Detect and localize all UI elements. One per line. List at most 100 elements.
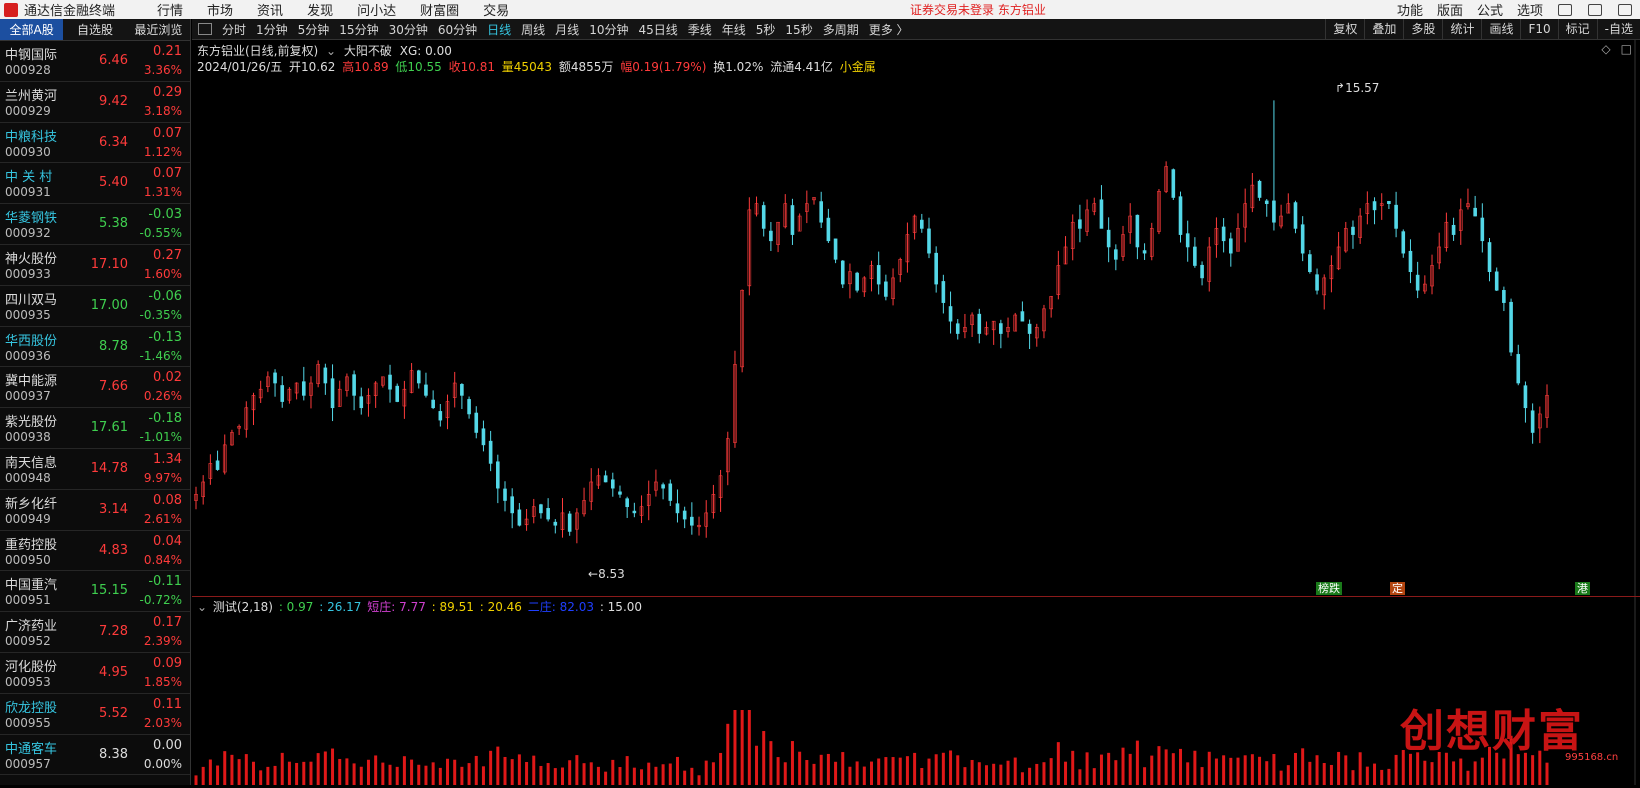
stock-row[interactable]: 中钢国际 000928 6.46 0.21 3.36%: [0, 41, 190, 82]
chart-tool-button[interactable]: 叠加: [1364, 19, 1403, 40]
stock-row[interactable]: 华菱钢铁 000932 5.38 -0.03 -0.55%: [0, 204, 190, 245]
indicator-bar: [1423, 760, 1427, 785]
candle-body: [301, 381, 306, 396]
stock-row[interactable]: 河化股份 000953 4.95 0.09 1.85%: [0, 653, 190, 694]
menu-item-gongshi[interactable]: 公式: [1477, 0, 1503, 19]
indicator-bar: [546, 763, 550, 785]
stock-row[interactable]: 四川双马 000935 17.00 -0.06 -0.35%: [0, 286, 190, 327]
period-tab[interactable]: 5秒: [754, 21, 778, 38]
tab-watchlist[interactable]: 自选股: [63, 19, 126, 40]
indicator-bar: [776, 757, 780, 785]
indicator-bar: [575, 755, 579, 785]
phone-icon[interactable]: [1588, 3, 1602, 16]
stock-code: 000929: [5, 103, 51, 118]
high-price-value: 15.57: [1345, 81, 1380, 95]
stock-row[interactable]: 重药控股 000950 4.83 0.04 0.84%: [0, 531, 190, 572]
stock-name: 河化股份: [5, 659, 58, 675]
watermark-site: 995168.cn: [1565, 752, 1619, 763]
candle-body: [467, 399, 471, 415]
stock-row[interactable]: 冀中能源 000937 7.66 0.02 0.26%: [0, 367, 190, 409]
indicator-title[interactable]: 测试(2,18): [213, 600, 273, 614]
stock-row[interactable]: 中国重汽 000951 15.15 -0.11 -0.72%: [0, 571, 190, 613]
kline-chart-area[interactable]: [192, 40, 1640, 785]
period-tab[interactable]: 更多 〉: [867, 21, 911, 38]
period-tab[interactable]: 1分钟: [254, 21, 290, 38]
chart-tool-button[interactable]: 多股: [1403, 19, 1442, 40]
period-tab[interactable]: 45日线: [636, 21, 679, 38]
candle-body: [359, 396, 364, 409]
candle-body: [769, 230, 773, 242]
indicator-bar: [726, 723, 730, 785]
chart-tool-button[interactable]: F10: [1520, 19, 1557, 40]
menu-item-caifuquan[interactable]: 财富圈: [420, 0, 459, 19]
period-tab[interactable]: 10分钟: [587, 21, 630, 38]
period-tab[interactable]: 月线: [553, 21, 581, 38]
mail-icon[interactable]: [1618, 3, 1632, 16]
stock-name: 中 关 村: [5, 170, 53, 186]
candle-body: [884, 281, 888, 297]
event-tag-ding[interactable]: 定: [1390, 582, 1405, 595]
stock-change-pct: 1.60%: [143, 266, 182, 281]
chart-tool-button[interactable]: 复权: [1325, 19, 1364, 40]
stock-row[interactable]: 中粮科技 000930 6.34 0.07 1.12%: [0, 123, 190, 164]
menu-item-jiaoyi[interactable]: 交易: [483, 0, 509, 19]
stock-change-pct: 2.61%: [143, 511, 182, 526]
stock-row[interactable]: 中 关 村 000931 5.40 0.07 1.31%: [0, 163, 190, 205]
stock-row[interactable]: 紫光股份 000938 17.61 -0.18 -1.01%: [0, 408, 190, 449]
period-tab[interactable]: 15秒: [783, 21, 814, 38]
indicator-bar: [733, 710, 737, 785]
period-tab[interactable]: 60分钟: [436, 21, 479, 38]
tab-recent[interactable]: 最近浏览: [127, 19, 190, 40]
chart-tool-button[interactable]: 画线: [1481, 19, 1520, 40]
menu-item-hangqing[interactable]: 行情: [157, 0, 183, 19]
stock-row[interactable]: 新乡化纤 000949 3.14 0.08 2.61%: [0, 490, 190, 531]
period-tab[interactable]: 年线: [720, 21, 748, 38]
stock-row[interactable]: 华西股份 000936 8.78 -0.13 -1.46%: [0, 327, 190, 368]
chart-tool-button[interactable]: -自选: [1596, 19, 1640, 40]
period-tab[interactable]: 季线: [686, 21, 714, 38]
period-tab[interactable]: 30分钟: [387, 21, 430, 38]
candle-body: [1351, 226, 1355, 235]
menu-item-zixun[interactable]: 资讯: [257, 0, 283, 19]
stock-row[interactable]: 广济药业 000952 7.28 0.17 2.39%: [0, 612, 190, 653]
menu-item-banmian[interactable]: 版面: [1437, 0, 1463, 19]
indicator-bar: [352, 763, 356, 785]
panel-toggle-icon[interactable]: [198, 23, 212, 35]
period-tab[interactable]: 分时: [220, 21, 248, 38]
period-tab[interactable]: 周线: [519, 21, 547, 38]
menu-item-faxian[interactable]: 发现: [307, 0, 333, 19]
candle-body: [1502, 290, 1506, 303]
indicator-bar: [1452, 761, 1456, 785]
stock-row[interactable]: 兰州黄河 000929 9.42 0.29 3.18%: [0, 82, 190, 123]
candle-body: [1027, 323, 1032, 334]
stock-row[interactable]: 欣龙控股 000955 5.52 0.11 2.03%: [0, 694, 190, 735]
stock-row[interactable]: 南天信息 000948 14.78 1.34 9.97%: [0, 449, 190, 490]
period-tab[interactable]: 5分钟: [296, 21, 332, 38]
event-tag-bangdie[interactable]: 榜跌: [1316, 582, 1342, 595]
menu-item-gongneng[interactable]: 功能: [1397, 0, 1423, 19]
headset-icon[interactable]: [1558, 3, 1572, 16]
login-notice[interactable]: 证券交易未登录 东方铝业: [910, 1, 1046, 18]
stock-row[interactable]: 神火股份 000933 17.10 0.27 1.60%: [0, 245, 190, 286]
menu-item-shichang[interactable]: 市场: [207, 0, 233, 19]
indicator-dropdown-icon[interactable]: ⌄: [197, 600, 207, 614]
period-tab[interactable]: 日线: [485, 21, 513, 38]
watermark-logo: 创想财富: [1400, 695, 1584, 759]
chart-tool-button[interactable]: 统计: [1442, 19, 1481, 40]
menu-item-wenxiaoda[interactable]: 问小达: [357, 0, 396, 19]
indicator-bar: [747, 710, 751, 785]
tab-all-a-shares[interactable]: 全部A股: [0, 19, 64, 40]
period-tab[interactable]: 多周期: [821, 21, 861, 38]
indicator-bar: [424, 765, 428, 785]
period-tab[interactable]: 15分钟: [337, 21, 380, 38]
candle-body: [1473, 207, 1477, 217]
indicator-bar: [525, 761, 529, 785]
indicator-bar: [1164, 749, 1168, 785]
chart-tool-button[interactable]: 标记: [1557, 19, 1597, 40]
stock-name: 紫光股份: [5, 415, 58, 431]
candle-body: [934, 252, 938, 285]
menu-item-xuanxiang[interactable]: 选项: [1517, 0, 1543, 19]
candle-body: [280, 385, 285, 402]
event-tag-gang[interactable]: 港: [1575, 582, 1590, 595]
stock-row[interactable]: 中通客车 000957 8.38 0.00 0.00%: [0, 735, 190, 776]
